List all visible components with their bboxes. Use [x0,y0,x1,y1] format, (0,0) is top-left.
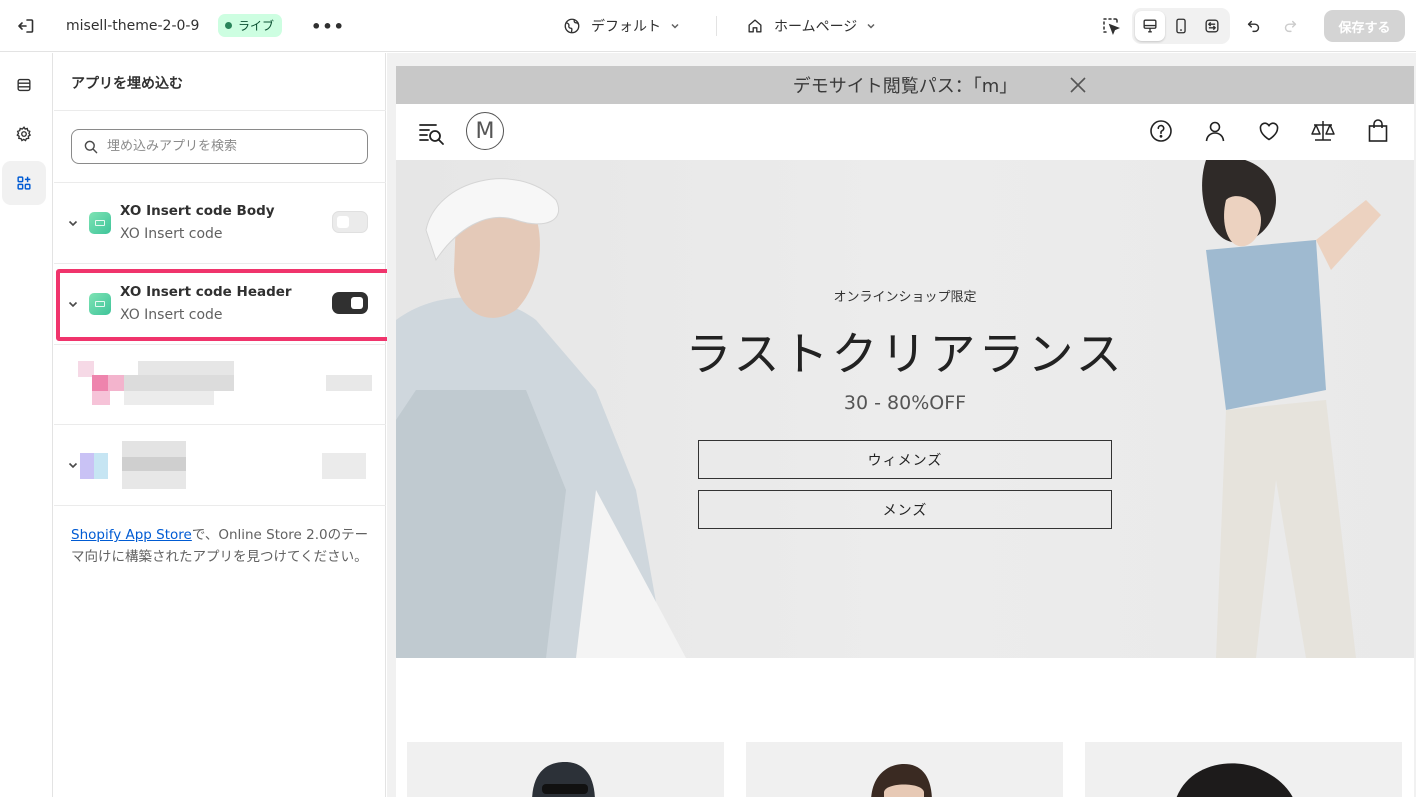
compare-icon [1311,121,1335,141]
sections-icon [17,78,31,92]
app-embeds-tab[interactable] [2,161,46,205]
mobile-icon [1176,18,1186,34]
home-icon [748,19,762,33]
hero-eyebrow: オンラインショップ限定 [833,290,977,305]
chevron-down-icon[interactable] [66,216,80,230]
fullwidth-view-button[interactable] [1197,11,1227,41]
editor-topbar: misell-theme-2-0-9 ライブ ••• デフォルト ホームページ … [0,0,1416,52]
storefront-page: デモサイト閲覧パス：「m」 M オンラインショップ限定 ラストクリアランス 30… [396,66,1414,797]
live-badge: ライブ [218,14,283,37]
inspect-icon [1103,18,1121,36]
toggle-knob [337,216,349,228]
redo-icon [1284,20,1297,33]
left-rail [0,53,53,797]
app-logo-icon [89,212,111,234]
save-button[interactable]: 保存する [1324,10,1405,42]
template-picker[interactable]: デフォルト [563,12,681,40]
inspector-button[interactable] [1096,11,1126,41]
app-embed-icon [17,176,31,190]
undo-button[interactable] [1240,11,1268,41]
collection-image [1176,763,1293,797]
women-button[interactable]: ウィメンズ [698,440,1112,479]
divider [54,505,386,506]
exit-icon [18,19,34,33]
desktop-icon [1143,19,1157,33]
menu-search-icon [419,124,444,145]
mobile-view-button[interactable] [1166,11,1196,41]
collection-image [532,762,595,797]
help-button[interactable] [1148,118,1174,144]
highlight-box [56,269,400,341]
undo-icon [1247,20,1260,33]
search-box [71,129,368,164]
men-button[interactable]: メンズ [698,490,1112,529]
app-store-note: Shopify App Storeで、Online Store 2.0のテーマ向… [71,524,371,568]
page-picker[interactable]: ホームページ [746,12,877,40]
collection-image [871,764,932,797]
chevron-down-icon [867,23,875,29]
collection-card[interactable] [1085,742,1402,797]
announcement-bar: デモサイト閲覧パス：「m」 [396,66,1414,104]
hero-subtitle: 30 - 80%OFF [843,392,967,414]
storefront-preview: デモサイト閲覧パス：「m」 M オンラインショップ限定 ラストクリアランス 30… [387,53,1416,797]
collection-card[interactable] [407,742,724,797]
announcement-text: デモサイト閲覧パス：「m」 [792,76,1018,97]
chevron-down-icon[interactable] [66,458,80,472]
store-header: M [396,104,1414,160]
fullwidth-icon [1205,19,1219,33]
heart-icon [1259,122,1279,141]
store-logo[interactable]: M [466,112,504,150]
theme-name: misell-theme-2-0-9 [66,18,200,34]
search-icon [84,140,98,153]
panel-title: アプリを埋め込む [71,76,183,92]
redo-button[interactable] [1276,11,1304,41]
search-input[interactable] [107,139,347,154]
compare-button[interactable] [1309,118,1337,144]
more-actions-button[interactable]: ••• [311,12,344,40]
blurred-app-row [54,345,386,425]
wishlist-button[interactable] [1256,118,1282,144]
topbar-divider [716,16,717,36]
help-icon [1150,120,1172,142]
collection-card[interactable] [746,742,1063,797]
settings-tab[interactable] [2,112,46,156]
cart-button[interactable] [1366,118,1390,144]
close-icon[interactable] [1068,75,1088,95]
account-icon [1205,121,1225,142]
chevron-down-icon [671,23,679,29]
bag-icon [1368,119,1388,142]
sections-tab[interactable] [2,63,46,107]
blurred-app-row [54,425,386,505]
live-badge-label: ライブ [238,19,275,33]
gear-icon [16,126,32,142]
hero-title: ラストクリアランス [685,327,1125,381]
viewport-switcher [1132,8,1230,44]
app-provider: XO Insert code [120,226,223,242]
app-store-link[interactable]: Shopify App Store [71,527,192,543]
hero-banner: オンラインショップ限定 ラストクリアランス 30 - 80%OFF ウィメンズ … [396,160,1414,658]
desktop-view-button[interactable] [1135,11,1165,41]
menu-search-button[interactable] [416,118,446,148]
template-picker-label: デフォルト [591,19,661,35]
app-toggle[interactable] [332,211,368,233]
exit-button[interactable] [10,10,42,42]
live-dot-icon [225,22,232,29]
app-name: XO Insert code Body [120,203,275,219]
divider [54,110,386,111]
account-button[interactable] [1202,118,1228,144]
app-embeds-panel: アプリを埋め込む XO Insert code Body XO Insert c… [54,53,386,797]
globe-icon [564,18,580,34]
app-embed-row[interactable]: XO Insert code Body XO Insert code [54,183,386,263]
page-picker-label: ホームページ [774,19,858,35]
